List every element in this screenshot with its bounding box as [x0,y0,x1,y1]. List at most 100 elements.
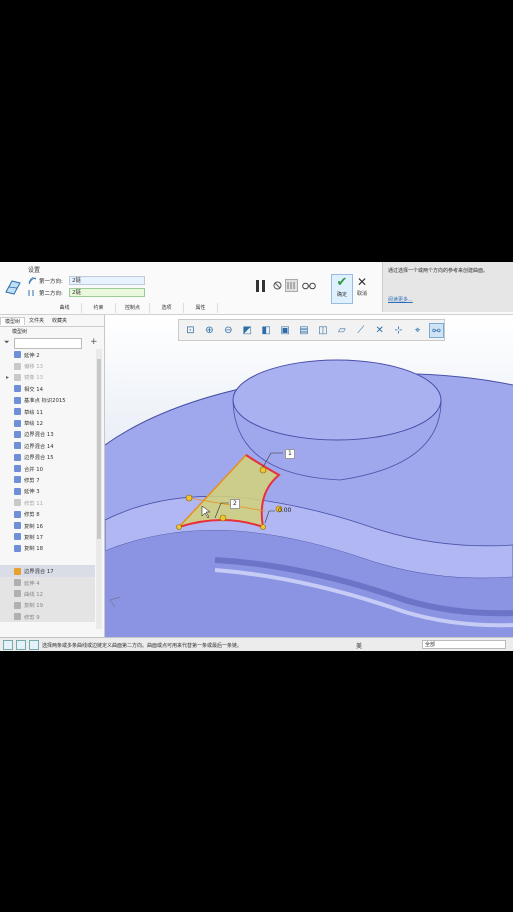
tree-item[interactable]: 复制 16 [0,520,95,531]
feature-icon [14,351,21,359]
zoom-in-icon[interactable]: ⊕ [202,323,217,338]
tree-item-label: 延伸 2 [24,352,40,359]
boundary-blend-dashboard: 设置 第一方向: 2链 第二方向: 2链 ✔ 确定 ✕ 取消 曲线 约束 控制点… [0,262,513,315]
tab-model-tree[interactable]: 模型树 [0,316,26,325]
help-more-link[interactable]: 阅读更多... [388,296,413,303]
tree-item[interactable]: 基准点 标识2015 [0,395,95,406]
ok-button[interactable]: ✔ 确定 [331,274,353,304]
tree-item-label: 草绘 11 [24,409,44,416]
tab-curves[interactable]: 曲线 [48,303,82,313]
tree-item-label: 复制 19 [24,603,44,610]
tree-item[interactable]: 修剪 8 [0,508,95,519]
repaint-icon[interactable]: ◩ [240,323,255,338]
feature-icon [14,408,21,416]
dashboard-tabs: 曲线 约束 控制点 选项 属性 [48,303,218,313]
help-panel: 通过选择一个或两个方向的参考来创建曲面。 阅读更多... [382,262,513,312]
tree-item[interactable]: 偏移 13 [0,360,95,371]
tab-properties[interactable]: 属性 [184,303,218,313]
scrollbar-thumb[interactable] [97,359,101,539]
tab-options[interactable]: 选项 [150,303,184,313]
unit-indicator[interactable]: 美 [356,641,362,650]
tree-item[interactable]: 边界混合 17 [0,565,95,577]
tab-favorites[interactable]: 收藏夹 [48,317,71,324]
tree-item[interactable]: 复制 19 [0,599,95,611]
tree-item[interactable]: 修剪 9 [0,610,95,623]
control-handle[interactable] [176,524,182,530]
tree-search-input[interactable] [14,338,82,349]
refit-icon[interactable]: ⊡ [183,323,198,338]
tab-control-points[interactable]: 控制点 [116,303,150,313]
tree-item[interactable]: 复制 17 [0,531,95,542]
feature-icon [14,510,21,518]
feature-icon [14,601,21,609]
second-direction-row: 第二方向: 2链 [28,287,145,298]
tree-item[interactable]: 修剪 7 [0,474,95,485]
tree-item[interactable]: 相交 14 [0,383,95,394]
tree-item[interactable]: 草绘 11 [0,406,95,417]
tree-item-label: 草绘 12 [24,421,44,428]
cancel-label: 取消 [356,291,367,297]
control-handle[interactable] [219,514,227,522]
selection-filter[interactable]: 全部 [422,640,506,649]
tree-item[interactable]: 延伸 4 [0,576,95,589]
navigator-toggle-icon[interactable] [3,640,13,650]
filter-icon[interactable]: ⏷ [4,338,10,347]
callout-2[interactable]: 2 [230,499,240,509]
tree-item[interactable]: 镜像 13 [0,372,95,383]
axis-display-icon[interactable]: ⟋ [353,323,368,338]
control-handle[interactable] [260,524,266,530]
first-direction-collector[interactable]: 2链 [69,276,145,285]
fullscreen-icon[interactable] [29,640,39,650]
tree-item[interactable]: 修剪 11 [0,497,95,508]
spin-center-icon[interactable]: ⌖ [410,323,425,338]
tree-item-label: 修剪 11 [24,500,44,507]
second-direction-label: 第二方向: [39,290,63,297]
status-message: 选择两条或多条曲线或边链定义曲面第二方向。曲面或点可用来代替第一条或最后一条链。 [42,643,243,649]
close-icon: ✕ [356,275,368,289]
second-direction-collector[interactable]: 2链 [69,288,145,297]
feature-icon [14,465,21,473]
graphics-viewport[interactable]: 1 2 0.00 ⊡ ⊕ ⊖ ◩ ◧ ▣ ▤ ◫ ▱ ⟋ ✕ ⊹ ⌖ ⚯ [105,315,513,637]
tree-item[interactable]: 边界混合 15 [0,452,95,463]
feature-icon [14,430,21,438]
annotation-display-icon[interactable]: ⚯ [428,322,444,338]
browser-toggle-icon[interactable] [16,640,26,650]
plane-display-icon[interactable]: ▱ [334,323,349,338]
zoom-out-icon[interactable]: ⊖ [221,323,236,338]
tree-item[interactable]: 曲线 12 [0,588,95,600]
control-handle[interactable] [259,466,267,474]
cancel-button[interactable]: ✕ 取消 [352,274,372,302]
perspective-icon[interactable]: ◫ [315,323,330,338]
tree-item-label: 边界混合 13 [24,432,54,439]
control-handle[interactable] [185,494,193,502]
pause-icon[interactable] [254,279,268,293]
display-style-icon[interactable]: ◧ [259,323,274,338]
verify-glasses-icon[interactable] [302,280,316,291]
tree-item[interactable]: 延伸 3 [0,486,95,497]
preview-icon[interactable] [285,279,298,292]
tree-scrollbar[interactable] [96,349,102,629]
tree-item[interactable]: 草绘 12 [0,417,95,428]
tree-item[interactable]: 合并 10 [0,463,95,474]
view-manager-icon[interactable]: ▤ [297,323,312,338]
boundary-blend-icon [5,280,21,295]
tab-constraints[interactable]: 约束 [82,303,116,313]
point-display-icon[interactable]: ✕ [372,323,387,338]
callout-1[interactable]: 1 [285,449,295,459]
tree-item[interactable]: 边界混合 13 [0,429,95,440]
feature-icon [14,544,21,552]
tree-filter-row: ⏷ + [0,337,104,349]
value-readout[interactable]: 0.00 [276,507,293,515]
csys-display-icon[interactable]: ⊹ [391,323,406,338]
add-icon[interactable]: + [90,337,98,347]
tree-item-label: 镜像 13 [24,375,44,382]
tree-item[interactable]: 复制 18 [0,543,95,554]
model-view[interactable] [105,315,513,637]
saved-views-icon[interactable]: ▣ [278,323,293,338]
tree-item-label: 复制 18 [24,546,44,553]
tab-folder[interactable]: 文件夹 [25,317,48,324]
feature-icon [14,567,21,575]
tree-item[interactable]: 延伸 2 [0,349,95,360]
tree-item[interactable]: 边界混合 14 [0,440,95,451]
no-preview-icon[interactable] [273,281,282,290]
